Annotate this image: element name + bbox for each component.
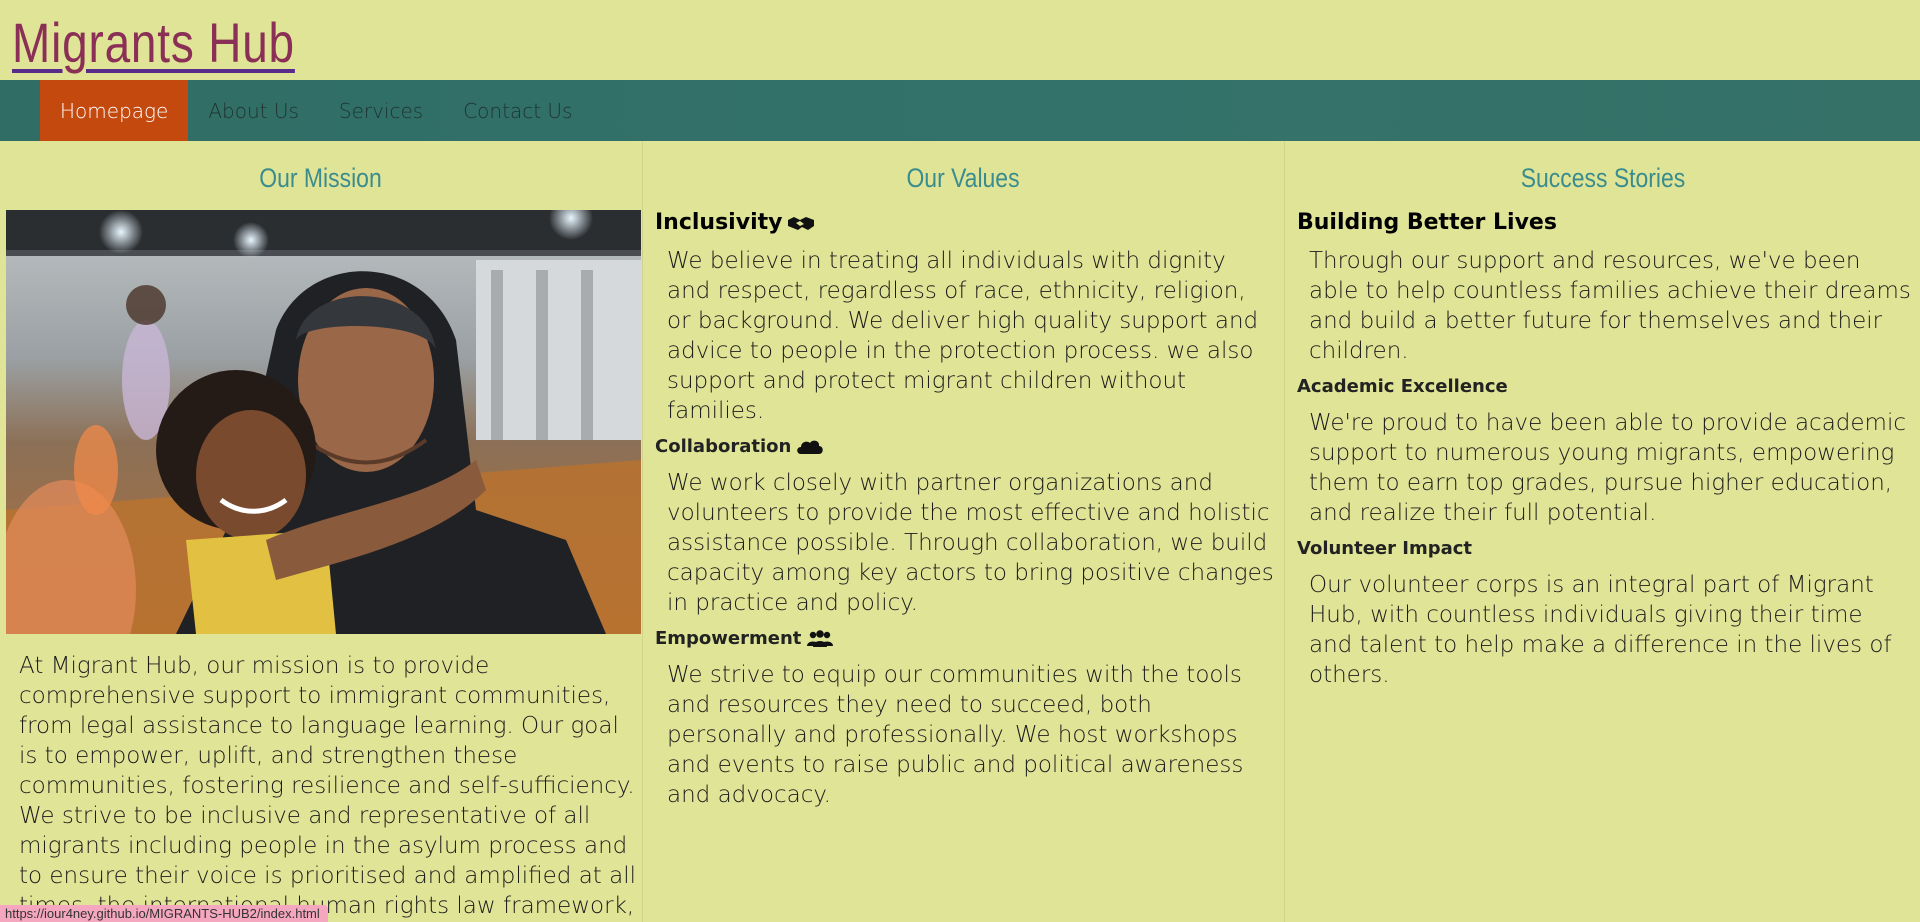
users-icon: [805, 628, 835, 650]
story-building-better-lives: Building Better Lives Through our suppor…: [1285, 208, 1920, 366]
value-collaboration: Collaboration We work closely with partn…: [643, 434, 1283, 618]
value-title-text: Collaboration: [655, 436, 792, 457]
stories-heading: Success Stories: [1520, 163, 1686, 193]
story-body: Our volunteer corps is an integral part …: [1309, 572, 1892, 688]
value-inclusivity: Inclusivity We believe in treating all i…: [643, 208, 1283, 426]
mission-heading: Our Mission: [259, 163, 382, 193]
mission-photo: [6, 210, 641, 634]
mission-text: At Migrant Hub, our mission is to provid…: [19, 653, 636, 919]
value-title-empowerment: Empowerment: [655, 626, 1275, 652]
nav-contact-us[interactable]: Contact Us: [443, 80, 592, 141]
value-title-collaboration: Collaboration: [655, 434, 1275, 460]
story-body: We're proud to have been able to provide…: [1309, 410, 1906, 526]
stories-section: Success Stories Building Better Lives Th…: [1284, 141, 1920, 922]
values-heading: Our Values: [906, 163, 1020, 193]
handshake-icon: [786, 212, 816, 234]
story-volunteer-impact: Volunteer Impact Our volunteer corps is …: [1285, 536, 1920, 690]
main-content: Our Mission At Migrant Hub, our mission …: [0, 141, 1920, 922]
site-header: Migrants Hub: [0, 0, 1920, 80]
values-section: Our Values Inclusivity We believe in tre…: [642, 141, 1283, 922]
cloud-icon: [795, 436, 825, 458]
value-body-collaboration: We work closely with partner organizatio…: [667, 470, 1274, 616]
value-empowerment: Empowerment We strive to equip our commu…: [643, 626, 1283, 810]
nav-services[interactable]: Services: [319, 80, 443, 141]
value-body-inclusivity: We believe in treating all individuals w…: [667, 248, 1259, 424]
value-title-inclusivity: Inclusivity: [655, 208, 1275, 238]
mission-photo-illustration: [6, 210, 641, 634]
value-title-text: Inclusivity: [655, 210, 783, 235]
value-body-empowerment: We strive to equip our communities with …: [667, 662, 1244, 808]
site-title-link[interactable]: Migrants Hub: [12, 10, 295, 75]
main-nav: Homepage About Us Services Contact Us: [0, 80, 1920, 141]
mission-section: Our Mission At Migrant Hub, our mission …: [0, 141, 641, 922]
nav-about-us[interactable]: About Us: [188, 80, 319, 141]
story-body: Through our support and resources, we've…: [1309, 248, 1911, 364]
story-academic-excellence: Academic Excellence We're proud to have …: [1285, 374, 1920, 528]
nav-homepage[interactable]: Homepage: [40, 80, 189, 141]
story-title: Volunteer Impact: [1297, 538, 1473, 559]
status-bar-url: https://iour4ney.github.io/MIGRANTS-HUB2…: [0, 905, 328, 922]
value-title-text: Empowerment: [655, 628, 802, 649]
story-title: Building Better Lives: [1297, 210, 1557, 235]
story-title: Academic Excellence: [1297, 376, 1508, 397]
